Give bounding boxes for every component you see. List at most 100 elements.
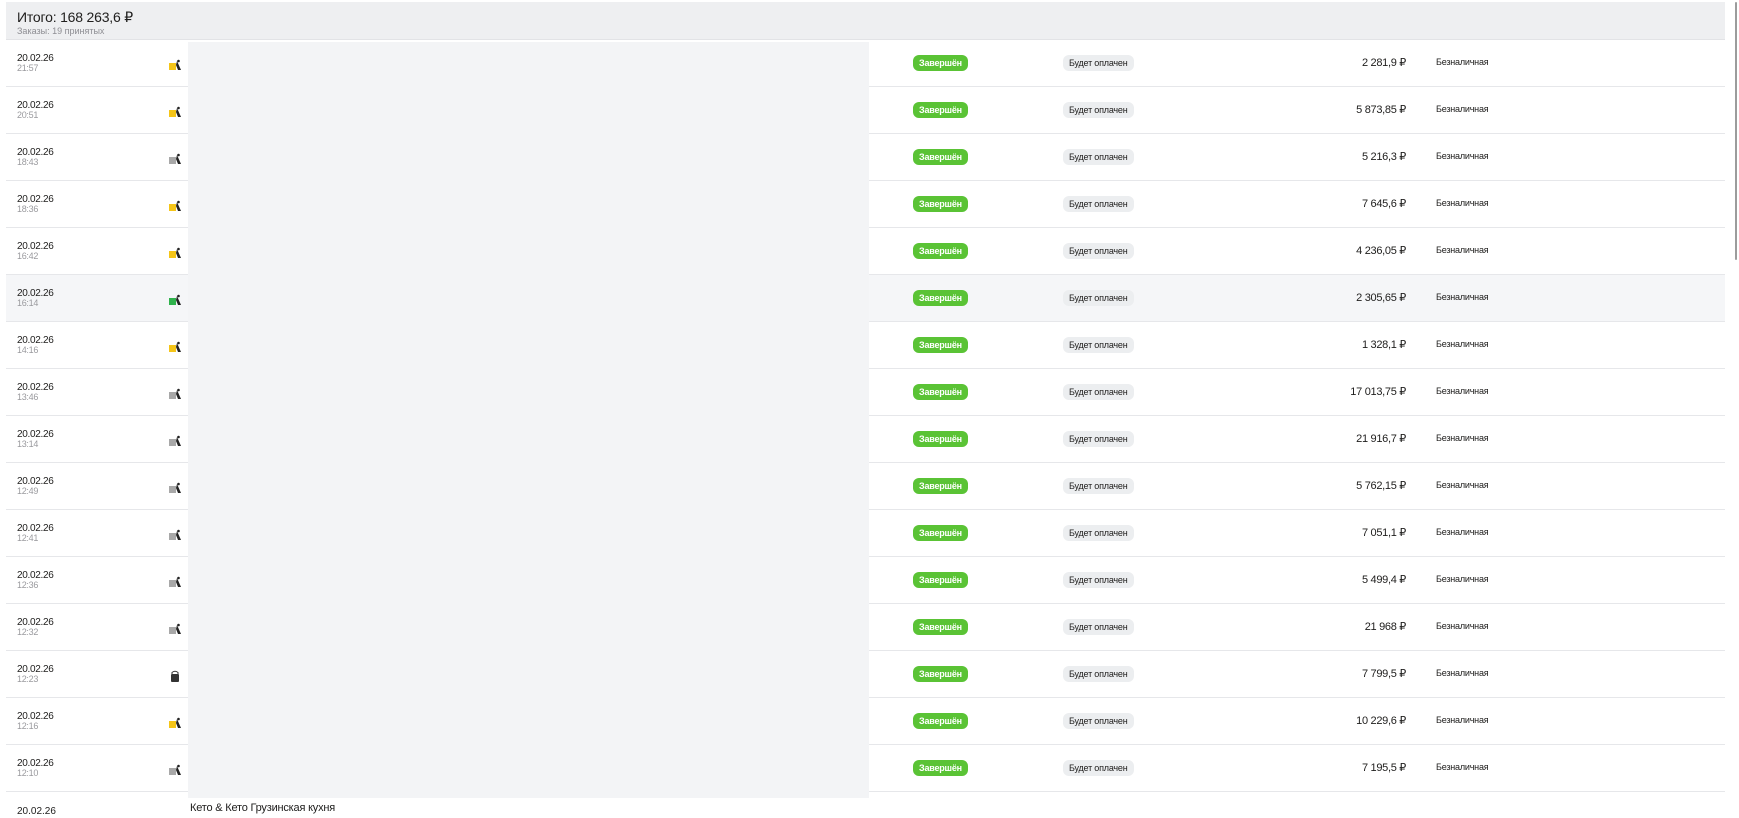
payment-method: Безналичная <box>1436 292 1489 302</box>
payment-method: Безналичная <box>1436 715 1489 725</box>
payment-status-badge: Будет оплачен <box>1063 337 1134 353</box>
order-status-badge: Завершён <box>913 666 968 682</box>
payment-method: Безналичная <box>1436 574 1489 584</box>
order-status-badge: Завершён <box>913 713 968 729</box>
payment-status-badge: Будет оплачен <box>1063 196 1134 212</box>
order-status-badge: Завершён <box>913 431 968 447</box>
order-amount: 2 305,65 ₽ <box>1356 292 1406 304</box>
order-amount: 17 013,75 ₽ <box>1350 386 1406 398</box>
order-time: 12:32 <box>17 627 39 637</box>
bag-icon <box>168 669 182 682</box>
order-time: 20:51 <box>17 110 39 120</box>
order-time: 12:16 <box>17 721 39 731</box>
order-time: 12:36 <box>17 580 39 590</box>
order-time: 12:49 <box>17 486 39 496</box>
order-time: 16:14 <box>17 298 39 308</box>
payment-status-badge: Будет оплачен <box>1063 290 1134 306</box>
payment-status-badge: Будет оплачен <box>1063 55 1134 71</box>
order-amount: 7 051,1 ₽ <box>1361 527 1406 539</box>
order-amount: 21 916,7 ₽ <box>1356 433 1406 445</box>
gray-courier-icon <box>168 528 182 540</box>
order-status-badge: Завершён <box>913 243 968 259</box>
payment-method: Безналичная <box>1436 245 1489 255</box>
order-status-badge: Завершён <box>913 196 968 212</box>
gray-courier-icon <box>168 434 182 446</box>
order-amount: 1 328,1 ₽ <box>1361 339 1406 351</box>
payment-method: Безналичная <box>1436 480 1489 490</box>
order-time: 12:23 <box>17 674 39 684</box>
yellow-courier-icon <box>168 340 182 352</box>
order-amount: 5 873,85 ₽ <box>1356 104 1406 116</box>
payment-method: Безналичная <box>1436 386 1489 396</box>
order-amount: 7 799,5 ₽ <box>1361 668 1406 680</box>
order-amount: 7 645,6 ₽ <box>1361 198 1406 210</box>
order-time: 13:14 <box>17 439 39 449</box>
order-status-badge: Завершён <box>913 572 968 588</box>
order-amount: 21 968 ₽ <box>1364 621 1407 633</box>
payment-status-badge: Будет оплачен <box>1063 619 1134 635</box>
orders-summary: Итого: 168 263,6 ₽ Заказы: 19 принятых <box>6 2 1725 40</box>
scrollbar-thumb[interactable] <box>1735 2 1737 260</box>
order-status-badge: Завершён <box>913 525 968 541</box>
orders-count: Заказы: 19 принятых <box>17 26 105 36</box>
order-time: 16:42 <box>17 251 39 261</box>
order-amount: 10 229,6 ₽ <box>1356 715 1406 727</box>
payment-status-badge: Будет оплачен <box>1063 384 1134 400</box>
order-amount: 5 762,15 ₽ <box>1356 480 1406 492</box>
order-status-badge: Завершён <box>913 149 968 165</box>
payment-status-badge: Будет оплачен <box>1063 243 1134 259</box>
order-amount: 5 216,3 ₽ <box>1361 151 1406 163</box>
order-time: 12:41 <box>17 533 39 543</box>
order-date: 20.02.26 <box>17 806 56 817</box>
order-amount: 7 195,5 ₽ <box>1361 762 1406 774</box>
payment-status-badge: Будет оплачен <box>1063 525 1134 541</box>
order-time: 18:43 <box>17 157 39 167</box>
yellow-courier-icon <box>168 716 182 728</box>
payment-status-badge: Будет оплачен <box>1063 666 1134 682</box>
orders-total: Итого: 168 263,6 ₽ <box>17 9 133 25</box>
gray-courier-icon <box>168 152 182 164</box>
order-time: 14:16 <box>17 345 39 355</box>
payment-status-badge: Будет оплачен <box>1063 478 1134 494</box>
payment-method: Безналичная <box>1436 151 1489 161</box>
payment-method: Безналичная <box>1436 621 1489 631</box>
restaurant-name: Кето & Кето Грузинская кухня <box>190 802 336 814</box>
order-status-badge: Завершён <box>913 290 968 306</box>
orders-page: Итого: 168 263,6 ₽ Заказы: 19 принятых 2… <box>0 0 1739 818</box>
gray-courier-icon <box>168 622 182 634</box>
gray-courier-icon <box>168 481 182 493</box>
payment-method: Безналичная <box>1436 339 1489 349</box>
order-status-badge: Завершён <box>913 55 968 71</box>
order-amount: 2 281,9 ₽ <box>1361 57 1406 69</box>
order-time: 13:46 <box>17 392 39 402</box>
order-status-badge: Завершён <box>913 478 968 494</box>
green-courier-icon <box>168 293 182 305</box>
order-status-badge: Завершён <box>913 384 968 400</box>
order-status-badge: Завершён <box>913 102 968 118</box>
payment-status-badge: Будет оплачен <box>1063 713 1134 729</box>
payment-method: Безналичная <box>1436 762 1489 772</box>
payment-method: Безналичная <box>1436 57 1489 67</box>
masked-order-details <box>188 42 869 798</box>
order-time: 21:57 <box>17 63 39 73</box>
payment-method: Безналичная <box>1436 433 1489 443</box>
order-time: 18:36 <box>17 204 39 214</box>
order-status-badge: Завершён <box>913 760 968 776</box>
gray-courier-icon <box>168 575 182 587</box>
yellow-courier-icon <box>168 105 182 117</box>
payment-method: Безналичная <box>1436 104 1489 114</box>
order-status-badge: Завершён <box>913 337 968 353</box>
order-status-badge: Завершён <box>913 619 968 635</box>
scrollbar[interactable] <box>1729 0 1739 818</box>
payment-status-badge: Будет оплачен <box>1063 760 1134 776</box>
order-amount: 4 236,05 ₽ <box>1356 245 1406 257</box>
payment-status-badge: Будет оплачен <box>1063 149 1134 165</box>
payment-method: Безналичная <box>1436 198 1489 208</box>
yellow-courier-icon <box>168 58 182 70</box>
payment-status-badge: Будет оплачен <box>1063 572 1134 588</box>
payment-method: Безналичная <box>1436 527 1489 537</box>
order-amount: 5 499,4 ₽ <box>1361 574 1406 586</box>
payment-status-badge: Будет оплачен <box>1063 431 1134 447</box>
order-time: 12:10 <box>17 768 39 778</box>
gray-courier-icon <box>168 763 182 775</box>
